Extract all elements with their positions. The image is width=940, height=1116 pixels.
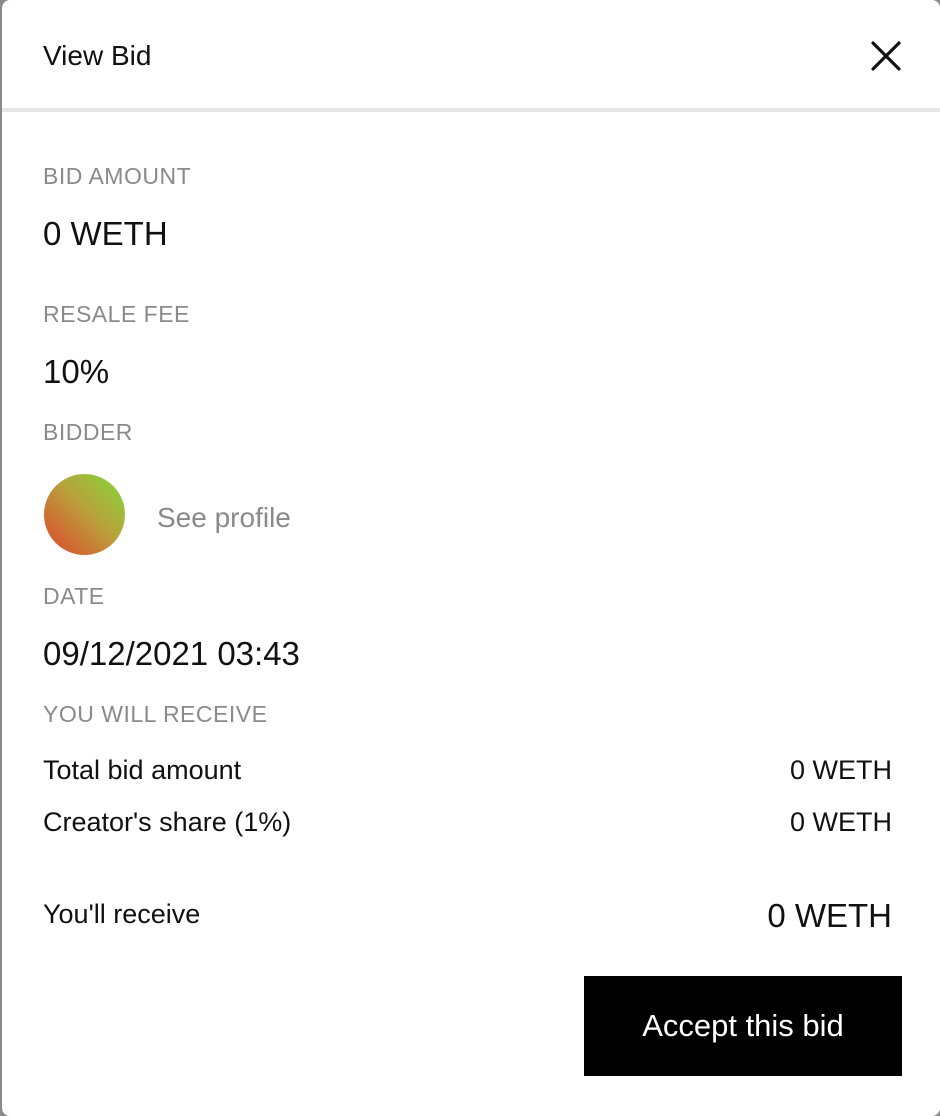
resale-fee-value: 10%	[43, 353, 110, 390]
close-icon	[871, 41, 901, 71]
youll-receive-label: You'll receive	[43, 899, 201, 929]
date-label: DATE	[43, 583, 105, 609]
bidder-avatar[interactable]	[44, 474, 125, 555]
bid-amount-value: 0 WETH	[43, 215, 168, 252]
accept-bid-button[interactable]: Accept this bid	[584, 976, 902, 1076]
date-value: 09/12/2021 03:43	[43, 635, 300, 672]
bid-amount-label: BID AMOUNT	[43, 163, 192, 189]
creators-share-value: 0 WETH	[789, 807, 892, 837]
bidder-label: BIDDER	[43, 419, 133, 445]
view-bid-modal: View Bid BID AMOUNT 0 WETH RESALE FEE 10…	[2, 0, 940, 1116]
total-bid-amount-value: 0 WETH	[789, 755, 892, 785]
creators-share-label: Creator's share (1%)	[43, 807, 292, 837]
modal-header: View Bid	[2, 0, 940, 112]
you-will-receive-label: YOU WILL RECEIVE	[43, 701, 268, 727]
see-profile-link[interactable]: See profile	[157, 501, 291, 535]
resale-fee-label: RESALE FEE	[43, 301, 190, 327]
close-button[interactable]	[866, 36, 906, 76]
modal-title: View Bid	[43, 40, 152, 71]
total-bid-amount-label: Total bid amount	[43, 755, 242, 785]
youll-receive-value: 0 WETH	[767, 897, 892, 934]
